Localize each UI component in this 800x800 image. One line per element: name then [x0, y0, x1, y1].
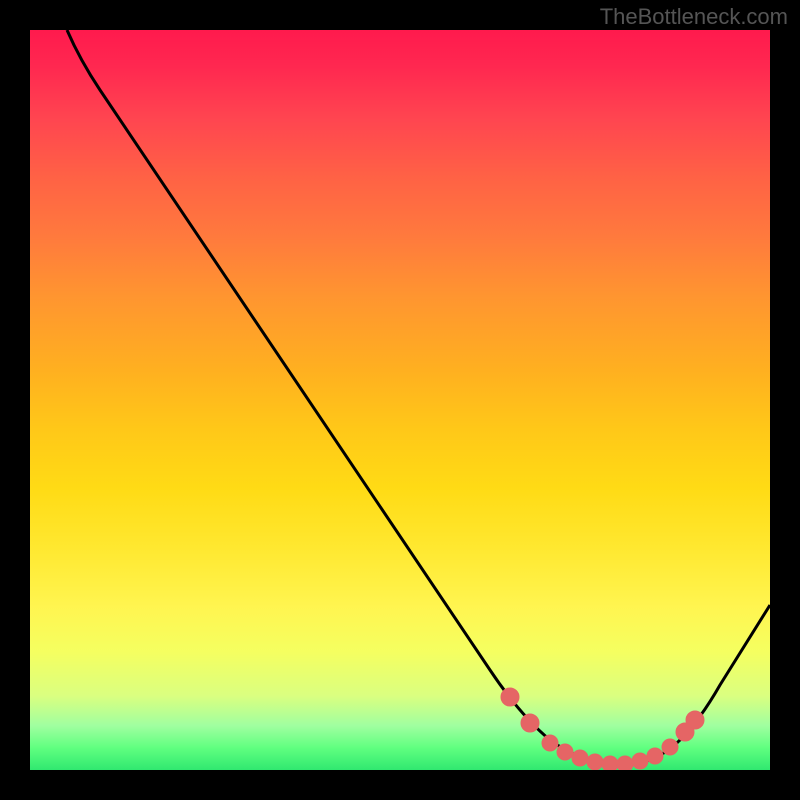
- data-point: [662, 739, 678, 755]
- data-point: [587, 754, 603, 770]
- data-point: [572, 750, 588, 766]
- data-point: [602, 756, 618, 770]
- data-point: [557, 744, 573, 760]
- data-point: [521, 714, 539, 732]
- data-point: [617, 756, 633, 770]
- watermark-text: TheBottleneck.com: [600, 4, 788, 30]
- data-point: [632, 753, 648, 769]
- data-point: [647, 748, 663, 764]
- data-point: [501, 688, 519, 706]
- data-point: [542, 735, 558, 751]
- data-point: [686, 711, 704, 729]
- chart-svg: [30, 30, 770, 770]
- chart-container: [30, 30, 770, 770]
- bottleneck-curve: [67, 30, 770, 765]
